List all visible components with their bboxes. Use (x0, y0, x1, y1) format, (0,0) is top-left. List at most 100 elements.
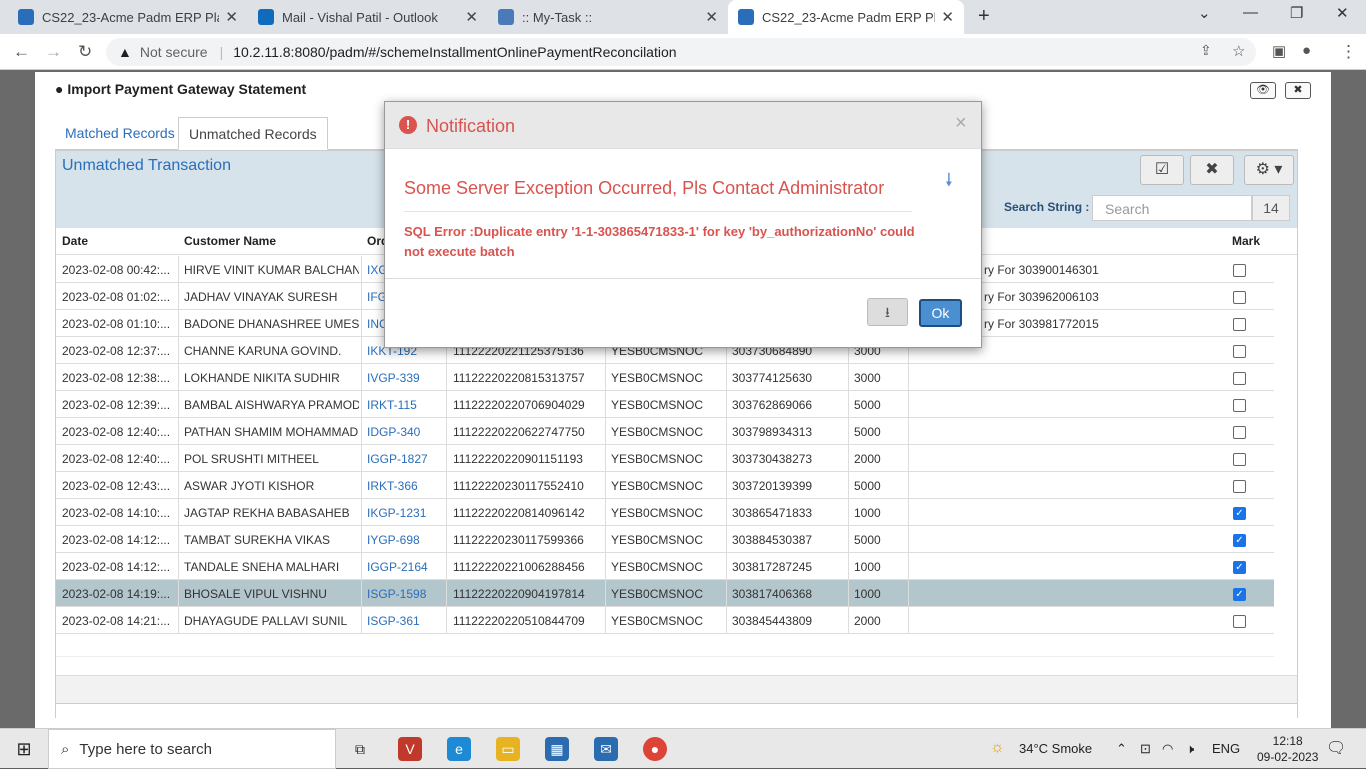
cell-order[interactable]: IRKT-115 (367, 398, 445, 412)
modal-close-icon[interactable]: ✖ (1285, 82, 1311, 99)
mark-checkbox[interactable]: ✓ (1233, 534, 1246, 547)
search-input[interactable]: Search (1092, 195, 1252, 221)
share-icon[interactable]: ⇪ (1200, 42, 1212, 59)
forward-icon[interactable]: → (45, 42, 62, 62)
minimize-icon[interactable]: — (1243, 4, 1258, 21)
mark-checkbox[interactable] (1233, 399, 1246, 412)
table-row[interactable]: 2023-02-08 12:40:... PATHAN SHAMIM MOHAMM… (56, 418, 1274, 445)
close-icon[interactable]: ✕ (465, 8, 478, 26)
mark-checkbox[interactable] (1233, 426, 1246, 439)
mark-checkbox[interactable]: ✓ (1233, 507, 1246, 520)
url-bar[interactable]: ▲ Not secure | 10.2.11.8:8080/padm/#/sch… (106, 38, 1256, 66)
cell-order[interactable]: IGGP-2164 (367, 560, 445, 574)
cell-order[interactable]: IYGP-698 (367, 533, 445, 547)
reload-icon[interactable]: ↻ (78, 42, 92, 62)
menu-icon[interactable]: ⋮ (1340, 42, 1357, 62)
restore-icon[interactable]: ❐ (1290, 4, 1303, 22)
download-button[interactable]: ⭳ (867, 298, 908, 326)
ok-button[interactable]: Ok (919, 299, 962, 327)
cell-order[interactable]: IVGP-339 (367, 371, 445, 385)
cell-date: 2023-02-08 00:42:... (62, 263, 171, 277)
browser-tab[interactable]: :: My-Task :: ✕ (488, 0, 728, 34)
mail-icon[interactable]: ✉ (594, 737, 618, 761)
cell-bank: YESB0CMSNOC (611, 398, 704, 412)
table-row[interactable]: 2023-02-08 14:21:... DHAYAGUDE PALLAVI SU… (56, 607, 1274, 634)
cell-txn: 11122220230117599366 (453, 533, 584, 547)
tab-matched-records[interactable]: Matched Records (55, 117, 185, 150)
approve-button[interactable]: ☑ (1140, 155, 1184, 185)
windows-start-icon[interactable]: ⊞ (12, 737, 36, 761)
browser-tab[interactable]: CS22_23-Acme Padm ERP Platfor ✕ (8, 0, 248, 34)
close-icon[interactable]: ✕ (705, 8, 718, 26)
reject-button[interactable]: ✖ (1190, 155, 1234, 185)
notifications-icon[interactable]: 🗨 (1326, 738, 1346, 758)
table-row[interactable]: 2023-02-08 14:12:... TANDALE SNEHA MALHAR… (56, 553, 1274, 580)
chrome-icon[interactable]: ● (643, 737, 667, 761)
cell-order[interactable]: IGGP-1827 (367, 452, 445, 466)
cell-date: 2023-02-08 12:43:... (62, 479, 171, 493)
table-row[interactable]: 2023-02-08 14:12:... TAMBAT SUREKHA VIKAS… (56, 526, 1274, 553)
cell-divider (848, 445, 849, 472)
taskbar-search[interactable]: ⌕ Type here to search (48, 729, 336, 769)
language-indicator[interactable]: ENG (1212, 741, 1240, 756)
horizontal-scrollbar[interactable] (56, 656, 1274, 674)
vertical-scrollbar[interactable] (1274, 256, 1296, 656)
bookmark-star-icon[interactable]: ☆ (1232, 42, 1245, 60)
back-icon[interactable]: ← (13, 42, 30, 62)
browser-tab[interactable]: Mail - Vishal Patil - Outlook ✕ (248, 0, 488, 34)
clock[interactable]: 12:18 09-02-2023 (1257, 733, 1318, 765)
col-date[interactable]: Date (62, 234, 88, 248)
close-icon[interactable]: ✕ (941, 8, 954, 26)
modal-title: ● Import Payment Gateway Statement (55, 81, 307, 97)
mark-checkbox[interactable] (1233, 264, 1246, 277)
close-icon[interactable]: ✕ (225, 8, 238, 26)
view-icon[interactable]: 👁 (1250, 82, 1276, 99)
mark-checkbox[interactable] (1233, 615, 1246, 628)
app-icon[interactable]: V (398, 737, 422, 761)
mark-checkbox[interactable] (1233, 372, 1246, 385)
arrow-down-icon[interactable]: 🠗 (945, 168, 953, 198)
wifi-icon[interactable]: ◠ (1162, 741, 1173, 757)
store-icon[interactable]: ▦ (545, 737, 569, 761)
edge-icon[interactable]: e (447, 737, 471, 761)
col-customer-name[interactable]: Customer Name (184, 234, 276, 248)
table-row[interactable]: 2023-02-08 12:38:... LOKHANDE NIKITA SUDH… (56, 364, 1274, 391)
weather-icon[interactable]: ☼ (990, 739, 1005, 757)
cell-date: 2023-02-08 12:40:... (62, 425, 171, 439)
weather-text[interactable]: 34°C Smoke (1019, 741, 1092, 756)
mark-checkbox[interactable] (1233, 318, 1246, 331)
mark-checkbox[interactable]: ✓ (1233, 588, 1246, 601)
cell-order[interactable]: ISGP-1598 (367, 587, 445, 601)
browser-tab-active[interactable]: CS22_23-Acme Padm ERP Platfor ✕ (728, 0, 964, 34)
window-close-icon[interactable]: ✕ (1336, 4, 1349, 22)
file-explorer-icon[interactable]: ▭ (496, 737, 520, 761)
cell-order[interactable]: IDGP-340 (367, 425, 445, 439)
mark-checkbox[interactable] (1233, 291, 1246, 304)
mark-checkbox[interactable] (1233, 453, 1246, 466)
close-icon[interactable]: × (955, 112, 967, 135)
network-icon[interactable]: ⊡ (1140, 741, 1151, 757)
table-row[interactable]: 2023-02-08 14:19:... BHOSALE VIPUL VISHNU… (56, 580, 1274, 607)
table-row[interactable]: 2023-02-08 14:10:... JAGTAP REKHA BABASAH… (56, 499, 1274, 526)
cell-order[interactable]: IKGP-1231 (367, 506, 445, 520)
cell-divider (908, 526, 909, 553)
new-tab-icon[interactable]: + (978, 5, 990, 28)
cell-divider (726, 526, 727, 553)
tab-unmatched-records[interactable]: Unmatched Records (178, 117, 328, 150)
mark-checkbox[interactable] (1233, 480, 1246, 493)
sidebar-icon[interactable]: ▣ (1272, 42, 1286, 60)
volume-icon[interactable]: 🕨 (1186, 741, 1194, 757)
tab-search-icon[interactable]: ⌄ (1198, 4, 1211, 22)
col-mark[interactable]: Mark (1232, 234, 1260, 248)
mark-checkbox[interactable] (1233, 345, 1246, 358)
mark-checkbox[interactable]: ✓ (1233, 561, 1246, 574)
table-row[interactable]: 2023-02-08 12:39:... BAMBAL AISHWARYA PRA… (56, 391, 1274, 418)
cell-order[interactable]: IRKT-366 (367, 479, 445, 493)
profile-avatar-icon[interactable]: ● (1302, 42, 1311, 59)
table-row[interactable]: 2023-02-08 12:40:... POL SRUSHTI MITHEEL I… (56, 445, 1274, 472)
settings-button[interactable]: ⚙ ▾ (1244, 155, 1294, 185)
task-view-icon[interactable]: ⧉ (348, 737, 372, 761)
table-row[interactable]: 2023-02-08 12:43:... ASWAR JYOTI KISHOR IR… (56, 472, 1274, 499)
cell-order[interactable]: ISGP-361 (367, 614, 445, 628)
tray-chevron-icon[interactable]: ⌃ (1116, 741, 1127, 757)
